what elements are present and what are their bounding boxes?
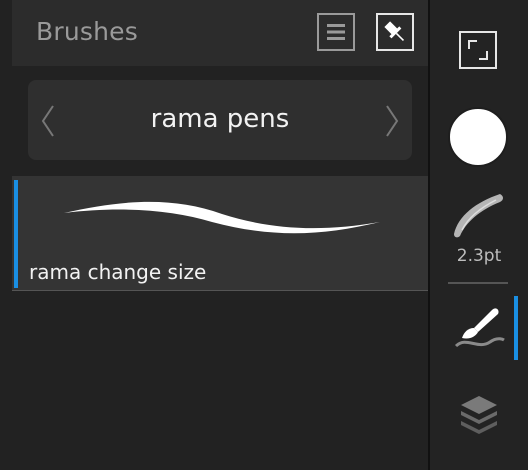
- panel-title: Brushes: [36, 17, 138, 46]
- brush-name: rama change size: [29, 260, 207, 284]
- brush-stroke-preview: [64, 201, 380, 234]
- brush-set-selector: rama pens: [28, 80, 412, 160]
- toolbar: 2.3pt: [430, 0, 528, 470]
- brush-list-item[interactable]: rama change size: [12, 176, 428, 290]
- layers-icon[interactable]: [458, 392, 500, 438]
- menu-button[interactable]: [317, 13, 355, 51]
- brush-set-name: rama pens: [150, 104, 290, 134]
- brush-tool-icon[interactable]: [452, 302, 508, 354]
- brushes-panel: Brushes rama pens rama change size: [12, 0, 428, 470]
- pin-button[interactable]: [376, 13, 414, 51]
- pin-icon: [384, 21, 405, 42]
- fullscreen-icon[interactable]: [459, 31, 497, 69]
- selection-indicator: [14, 180, 18, 288]
- active-tool-indicator: [514, 296, 518, 360]
- chevron-right-icon[interactable]: [384, 104, 400, 138]
- panel-header: Brushes: [12, 0, 428, 66]
- toolbar-divider: [448, 282, 508, 284]
- brush-size-label: 2.3pt: [456, 246, 502, 266]
- list-divider: [12, 290, 428, 291]
- hamburger-menu-icon: [327, 24, 345, 40]
- brush-stroke-icon[interactable]: [450, 190, 506, 238]
- color-swatch[interactable]: [447, 106, 509, 168]
